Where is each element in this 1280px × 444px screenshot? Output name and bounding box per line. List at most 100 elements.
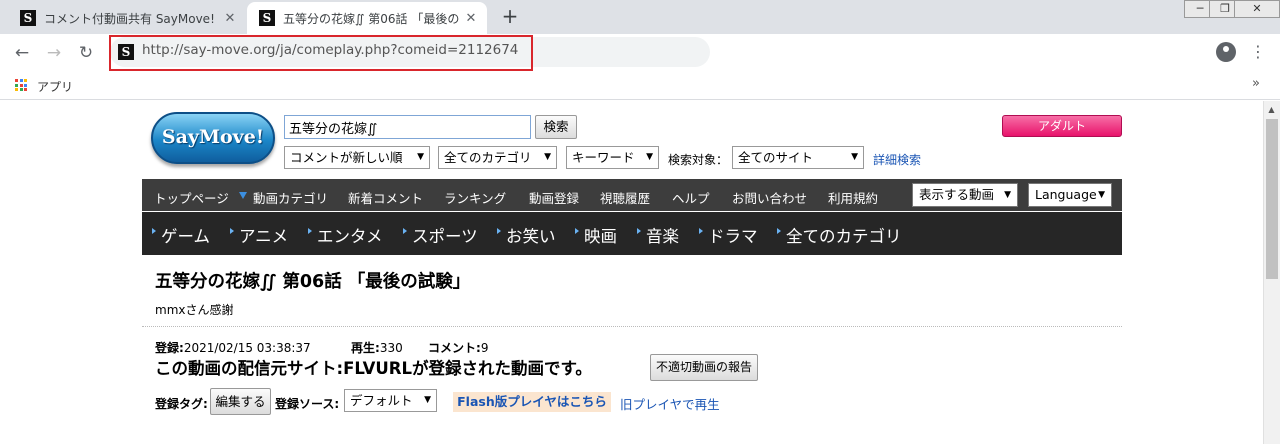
category-select[interactable]: 全てのカテゴリ ▼ [438,146,557,169]
bullet-icon [403,228,407,234]
search-button[interactable]: 検索 [535,115,577,139]
apps-grid-dot [15,79,18,82]
nav-history[interactable]: 視聴履歴 [600,188,650,207]
site-favicon-icon: S [118,44,134,60]
chevron-down-icon: ▼ [1004,190,1011,200]
category-select-value: 全てのカテゴリ [444,150,532,165]
edit-tags-button[interactable]: 編集する [210,388,271,415]
category-movies[interactable]: 映画 [584,223,617,247]
registered-value: 2021/02/15 03:38:37 [183,341,311,355]
triangle-down-icon [239,192,247,199]
sort-select[interactable]: コメントが新しい順 ▼ [284,146,430,169]
bullet-icon [308,228,312,234]
main-nav: トップページ 動画カテゴリ 新着コメント ランキング 動画登録 視聴履歴 ヘルプ… [142,179,1122,211]
back-icon[interactable]: ← [10,41,34,65]
nav-top-page[interactable]: トップページ [154,188,229,207]
bullet-icon [497,228,501,234]
tab-video-page[interactable]: S 五等分の花嫁∬ 第06話 「最後の ✕ [247,2,487,34]
url-text[interactable]: http://say-move.org/ja/comeplay.php?come… [142,42,518,58]
nav-help[interactable]: ヘルプ [672,188,710,207]
profile-icon[interactable] [1216,42,1236,62]
chevron-down-icon: ▼ [646,152,653,162]
new-tab-button[interactable]: + [498,5,522,29]
browser-toolbar: ← → ↻ S http://say-move.org/ja/comeplay.… [0,34,1280,71]
apps-grid-icon[interactable] [15,79,27,91]
apps-grid-dot [19,83,23,87]
nav-terms[interactable]: 利用規約 [828,188,878,207]
chevron-down-icon: ▼ [544,152,551,162]
apps-bookmark[interactable]: アプリ [37,78,73,95]
keyword-select[interactable]: キーワード ▼ [566,146,659,169]
saymove-favicon-icon: S [20,10,36,26]
keyword-select-value: キーワード [572,150,635,165]
tab-title: コメント付動画共有 SayMove! [44,11,215,26]
comments-label: コメント: [428,341,481,355]
nav-new-comments[interactable]: 新着コメント [348,188,423,207]
display-video-select[interactable]: 表示する動画 ▼ [912,183,1018,207]
tab-saymove-home[interactable]: S コメント付動画共有 SayMove! ✕ [8,2,246,34]
flash-player-button[interactable]: Flash版プレイヤはこちら [453,392,611,412]
site-select[interactable]: 全てのサイト ▼ [732,146,864,169]
nav-ranking[interactable]: ランキング [444,188,506,207]
source-select[interactable]: デフォルト ▼ [344,389,437,412]
category-sports[interactable]: スポーツ [412,223,478,247]
category-all[interactable]: 全てのカテゴリ [786,223,902,247]
bullet-icon [637,228,641,234]
nav-contact[interactable]: お問い合わせ [732,188,807,207]
apps-grid-dot [19,88,23,91]
reload-icon[interactable]: ↻ [74,41,98,65]
report-button[interactable]: 不適切動画の報告 [650,354,758,381]
saymove-favicon-icon: S [259,10,275,26]
category-game[interactable]: ゲーム [161,223,210,247]
forward-icon[interactable]: → [42,41,66,65]
divider [142,326,1122,327]
nav-video-register[interactable]: 動画登録 [529,188,579,207]
close-icon[interactable]: ✕ [461,11,481,26]
display-video-select-value: 表示する動画 [919,187,995,202]
bookmarks-bar: アプリ » [0,71,1280,100]
search-target-label: 検索対象： [668,153,729,167]
source-select-value: デフォルト [350,393,413,408]
menu-icon[interactable]: ⋮ [1250,40,1266,64]
plays-value: 330 [379,341,403,355]
bookmarks-overflow-icon[interactable]: » [1252,76,1260,91]
registered-date: 登録:2021/02/15 03:38:37 [155,339,311,356]
category-comedy[interactable]: お笑い [506,223,556,247]
bullet-icon [230,228,234,234]
sort-select-value: コメントが新しい順 [290,150,403,165]
scrollbar-thumb[interactable] [1266,119,1278,279]
category-music[interactable]: 音楽 [646,223,679,247]
scroll-up-icon[interactable]: ▲ [1263,101,1280,118]
apps-grid-dot [24,79,27,82]
chevron-down-icon: ▼ [1098,190,1105,200]
category-anime[interactable]: アニメ [239,223,288,247]
adult-button[interactable]: アダルト [1002,115,1122,137]
comment-count: コメント:9 [428,339,488,356]
play-count: 再生:330 [351,339,403,356]
nav-video-category[interactable]: 動画カテゴリ [253,188,328,207]
plays-label: 再生: [351,341,380,355]
source-site-notice: この動画の配信元サイト:FLVURLが登録された動画です。 [155,359,592,378]
language-select-value: Language [1035,187,1097,202]
category-nav: ゲーム アニメ エンタメ スポーツ お笑い 映画 音楽 ドラマ 全てのカテゴリ [142,212,1122,255]
registered-label: 登録: [155,341,184,355]
search-input[interactable] [284,115,531,139]
chevron-down-icon: ▼ [424,395,431,405]
tag-label: 登録タグ: [155,397,208,411]
tab-title: 五等分の花嫁∬ 第06話 「最後の [283,11,460,26]
video-title: 五等分の花嫁∬ 第06話 「最後の試験」 [155,272,471,292]
window-close-button[interactable]: ✕ [1234,0,1280,18]
language-select[interactable]: Language ▼ [1028,183,1112,207]
bullet-icon [575,228,579,234]
advanced-search-link[interactable]: 詳細検索 [873,151,921,168]
category-entertainment[interactable]: エンタメ [317,223,383,247]
apps-grid-dot [15,88,18,91]
old-player-link[interactable]: 旧プレイヤで再生 [620,394,720,413]
source-label: 登録ソース: [275,397,340,411]
saymove-logo[interactable]: SayMove! [151,112,275,164]
comments-value: 9 [480,341,489,355]
close-icon[interactable]: ✕ [220,11,240,26]
tab-bar: S コメント付動画共有 SayMove! ✕ S 五等分の花嫁∬ 第06話 「最… [0,0,1280,34]
site-select-value: 全てのサイト [738,150,814,165]
category-drama[interactable]: ドラマ [708,223,758,247]
